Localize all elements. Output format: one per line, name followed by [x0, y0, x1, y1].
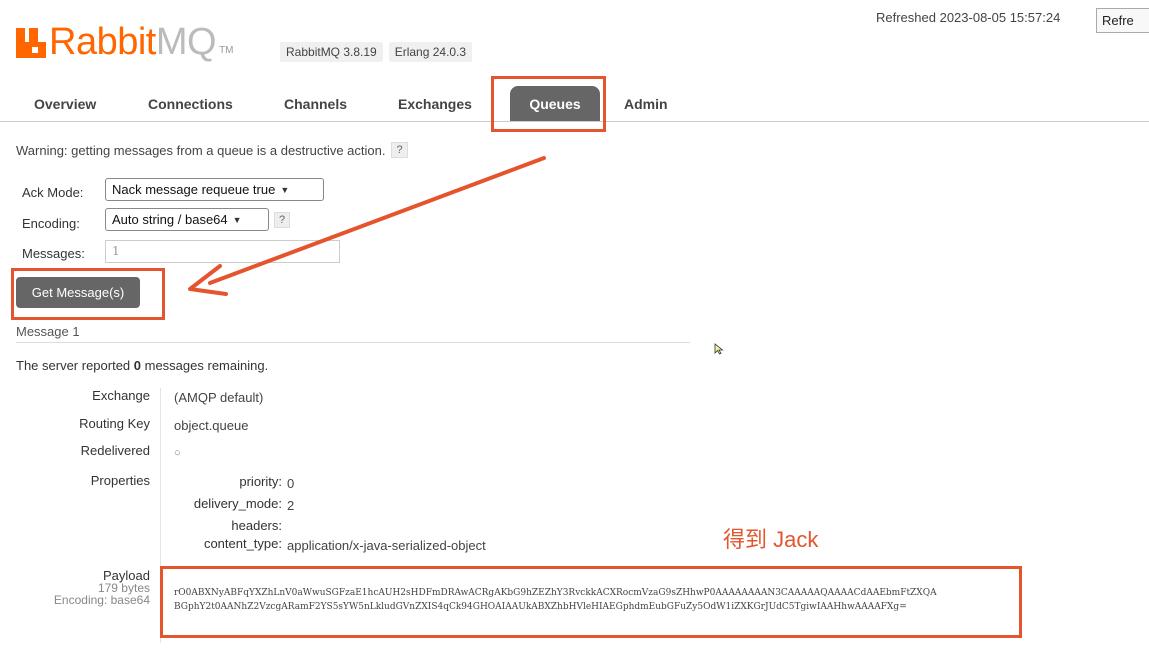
annotation-arrow [188, 156, 546, 296]
annotation-note: 得到 Jack [723, 527, 819, 552]
mouse-cursor-icon [714, 343, 724, 355]
